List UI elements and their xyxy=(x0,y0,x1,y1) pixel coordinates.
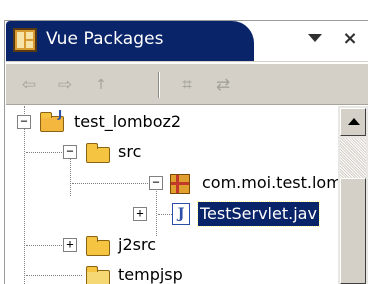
package-explorer-icon xyxy=(13,28,37,52)
toolbar-separator xyxy=(158,72,160,98)
package-tree[interactable]: − J test_lomboz2 − src − com.moi.test.lo… xyxy=(6,106,338,284)
java-file-icon: J xyxy=(172,203,190,225)
scroll-up-arrow-icon[interactable] xyxy=(340,108,366,136)
package-explorer-view: Vue Packages × ⇦ ⇨ ↑ ⌗ ⇄ − J test_lomboz… xyxy=(0,0,368,284)
collapse-toggle[interactable]: − xyxy=(63,145,77,159)
tree-item-label: tempjsp xyxy=(118,265,183,284)
tree-item-j2src[interactable]: + j2src xyxy=(6,231,338,261)
tree-item-package[interactable]: − com.moi.test.lomboz xyxy=(6,169,338,199)
expand-toggle[interactable]: + xyxy=(63,238,77,252)
view-menu-chevron-icon[interactable] xyxy=(308,34,322,42)
tree-connector xyxy=(26,275,82,276)
view-title: Vue Packages xyxy=(46,29,164,49)
source-folder-icon xyxy=(86,236,110,256)
collapse-toggle[interactable]: − xyxy=(17,115,31,129)
forward-icon[interactable]: ⇨ xyxy=(52,74,78,96)
link-with-editor-icon[interactable]: ⇄ xyxy=(210,74,236,96)
folder-icon xyxy=(86,266,110,284)
view-toolbar: ⇦ ⇨ ↑ ⌗ ⇄ xyxy=(6,63,368,105)
collapse-all-icon[interactable]: ⌗ xyxy=(174,74,200,96)
up-icon[interactable]: ↑ xyxy=(90,74,112,96)
tree-connector xyxy=(26,152,62,153)
tree-item-label: com.moi.test.lomboz xyxy=(202,173,338,192)
scroll-thumb[interactable] xyxy=(340,178,366,284)
tab-curve xyxy=(224,21,254,61)
project-java-mark: J xyxy=(58,108,63,121)
scroll-track[interactable] xyxy=(340,138,366,178)
tree-item-label-selected: TestServlet.jav xyxy=(197,201,320,227)
vertical-scrollbar[interactable] xyxy=(338,106,368,284)
package-icon xyxy=(170,174,190,194)
expand-toggle[interactable]: + xyxy=(133,207,147,221)
tree-item-tempjsp[interactable]: tempjsp xyxy=(6,261,338,284)
tree-item-label: j2src xyxy=(118,235,156,254)
tree-item-test-lomboz2[interactable]: − J test_lomboz2 xyxy=(6,108,338,138)
close-icon[interactable]: × xyxy=(340,27,360,51)
tree-item-src[interactable]: − src xyxy=(6,138,338,168)
back-icon[interactable]: ⇦ xyxy=(16,74,42,96)
tree-connector xyxy=(26,245,62,246)
tree-item-testservlet[interactable]: + J TestServlet.jav xyxy=(6,200,338,230)
tree-connector xyxy=(72,183,148,184)
source-folder-icon xyxy=(86,143,110,163)
tree-item-label: test_lomboz2 xyxy=(74,112,182,131)
collapse-toggle[interactable]: − xyxy=(149,176,163,190)
tree-item-label: src xyxy=(118,142,142,161)
